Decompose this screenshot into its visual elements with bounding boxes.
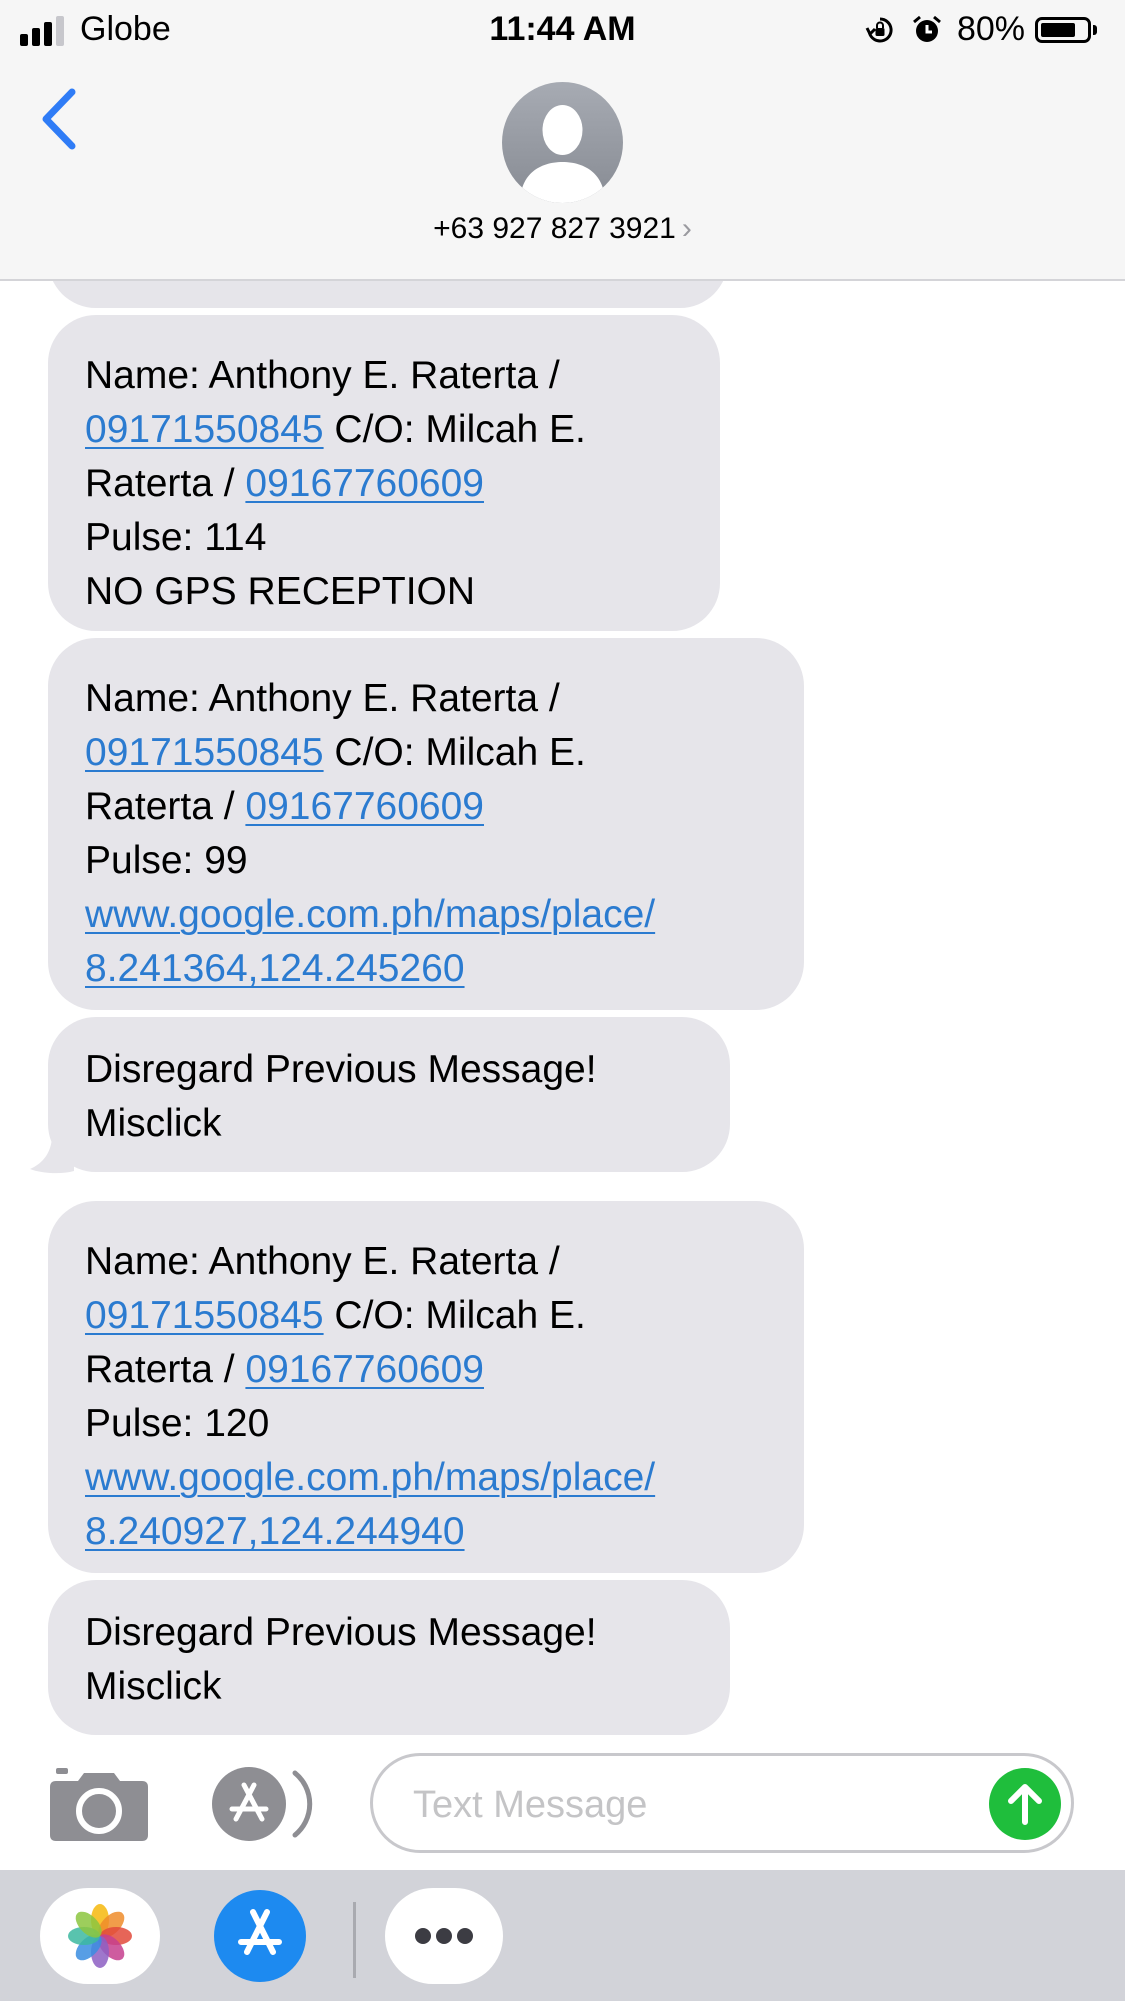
message-line: 8.240927,124.244940 [85,1505,768,1559]
message-bubble[interactable]: Name: Anthony E. Raterta / 09171550845 C/… [48,1201,804,1573]
message-text: Name: Anthony E. Raterta / [85,1240,560,1283]
more-icon [415,1928,473,1944]
app-drawer [0,1870,1125,2001]
message-link[interactable]: 09171550845 [85,731,324,774]
photos-app-icon [68,1904,132,1968]
message-line: 8.241364,124.245260 [85,942,768,996]
arrow-up-icon [1008,1784,1042,1825]
message-link[interactable]: 8.241364,124.245260 [85,947,465,990]
battery-cap [1093,24,1097,35]
message-bubble[interactable]: Name: Anthony E. Raterta / 09171550845 C/… [48,315,720,631]
contact-name[interactable]: +63 927 827 3921 › [0,212,1125,246]
message-line: Misclick [85,1660,694,1714]
message-text: Misclick [85,1665,222,1708]
message-bubble[interactable]: Disregard Previous Message! Misclick [48,1580,730,1735]
message-line: Raterta / 09167760609 [85,457,684,511]
contact-avatar[interactable] [502,82,623,203]
message-text: Raterta / [85,785,246,828]
app-store-drawer-icon [214,1890,306,1982]
back-chevron-icon[interactable] [34,84,84,154]
message-input[interactable] [411,1774,975,1836]
message-line: www.google.com.ph/maps/place/ [85,1451,768,1505]
more-apps-button[interactable] [385,1888,503,1984]
battery-icon [1035,16,1091,43]
message-line: 09171550845 C/O: Milcah E. [85,403,684,457]
send-button[interactable] [989,1768,1061,1840]
chevron-right-icon: › [681,212,692,245]
conversation-header: Globe 11:44 AM 80% +63 927 827 3921 › [0,0,1125,281]
battery-level [1041,22,1075,37]
message-text: Raterta / [85,462,246,505]
message-line: Disregard Previous Message! [85,1606,694,1660]
message-text: NO GPS RECEPTION [85,570,476,613]
message-text: Misclick [85,1102,222,1145]
message-line: Misclick [85,1097,694,1151]
photos-app-button[interactable] [40,1888,160,1984]
orientation-lock-icon [865,16,893,42]
message-text: Pulse: 99 [85,839,248,882]
message-line: Raterta / 09167760609 [85,780,768,834]
camera-icon[interactable] [50,1765,148,1841]
message-link[interactable]: 09171550845 [85,408,324,451]
message-link[interactable]: 8.240927,124.244940 [85,1510,465,1553]
message-text: C/O: Milcah E. [323,731,586,774]
message-line: Name: Anthony E. Raterta / [85,349,684,403]
message-line: Raterta / 09167760609 [85,1343,768,1397]
message-line: Name: Anthony E. Raterta / [85,1235,768,1289]
message-line: Pulse: 99 [85,834,768,888]
message-text: C/O: Milcah E. [323,1294,586,1337]
message-text: Disregard Previous Message! [85,1048,597,1091]
message-link[interactable]: 09167760609 [245,785,484,828]
drawer-separator [353,1902,356,1978]
message-link[interactable]: 09171550845 [85,1294,324,1337]
message-text: Raterta / [85,1348,246,1391]
app-store-icon[interactable] [210,1765,320,1843]
app-store-drawer-button[interactable] [205,1888,315,1984]
bubble-tail [30,1135,74,1174]
message-line: Pulse: 114 [85,511,684,565]
message-line: Name: Anthony E. Raterta / [85,672,768,726]
status-bar: Globe 11:44 AM 80% [0,0,1125,62]
message-bubble[interactable]: Name: Anthony E. Raterta / 09171550845 C/… [48,638,804,1010]
message-text: Pulse: 114 [85,516,267,559]
message-line: Pulse: 120 [85,1397,768,1451]
battery-percentage: 80% [956,10,1025,48]
message-text: Disregard Previous Message! [85,1611,597,1654]
message-link[interactable]: www.google.com.ph/maps/place/ [85,1456,655,1499]
message-line: Disregard Previous Message! [85,1043,694,1097]
message-link[interactable]: 09167760609 [245,1348,484,1391]
alarm-icon [912,15,941,42]
message-line: www.google.com.ph/maps/place/ [85,888,768,942]
message-line: 09171550845 C/O: Milcah E. [85,726,768,780]
message-text: Name: Anthony E. Raterta / [85,677,560,720]
person-icon [520,105,605,203]
message-text: Name: Anthony E. Raterta / [85,354,560,397]
message-text: C/O: Milcah E. [323,408,586,451]
contact-number: +63 927 827 3921 [433,212,676,245]
message-text: Pulse: 120 [85,1402,270,1445]
message-link[interactable]: www.google.com.ph/maps/place/ [85,893,655,936]
message-link[interactable]: 09167760609 [245,462,484,505]
message-line: NO GPS RECEPTION [85,565,684,619]
message-input-field[interactable] [370,1753,1074,1853]
message-line: 09171550845 C/O: Milcah E. [85,1289,768,1343]
message-bubble[interactable]: Disregard Previous Message! Misclick [48,1017,730,1172]
